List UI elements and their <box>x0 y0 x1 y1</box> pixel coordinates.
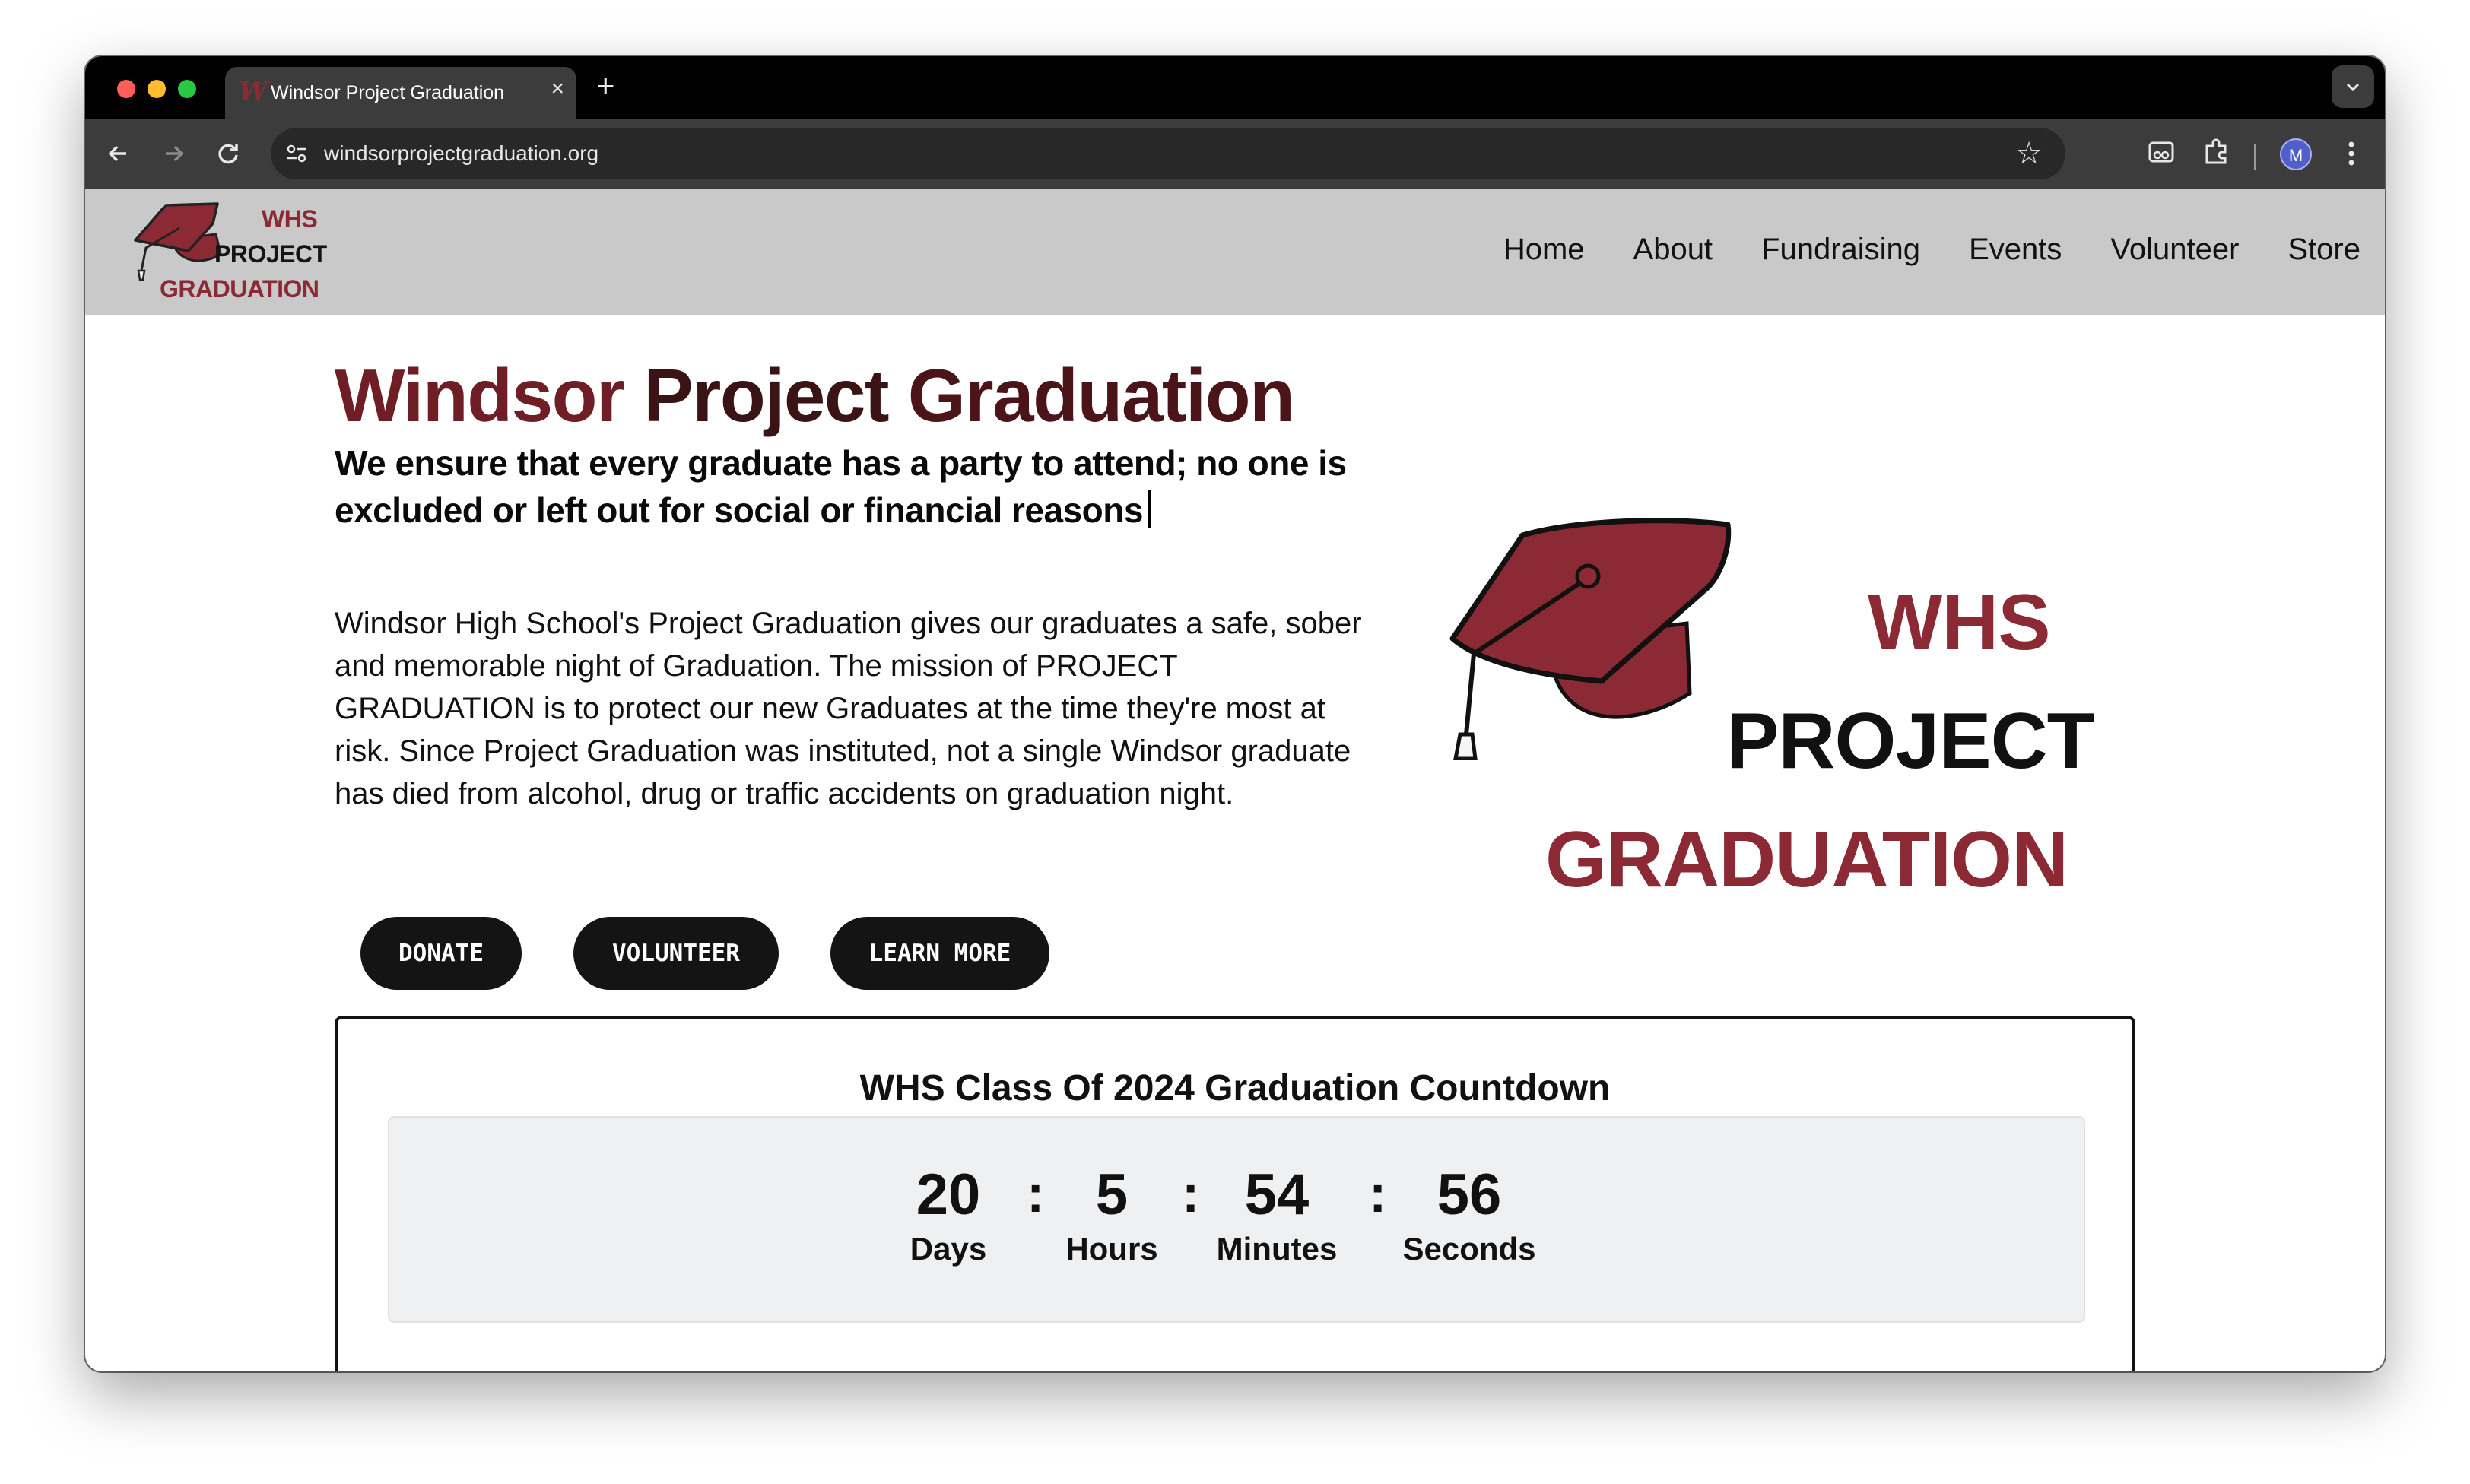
logo-line-whs: WHS <box>262 205 318 233</box>
back-arrow-icon[interactable] <box>102 137 135 170</box>
text-cursor <box>1147 490 1151 528</box>
window-minimize-button[interactable] <box>148 80 166 98</box>
nav-volunteer[interactable]: Volunteer <box>2110 233 2239 267</box>
volunteer-button[interactable]: VOLUNTEER <box>573 917 779 990</box>
graduation-cap-icon <box>1449 518 1732 760</box>
countdown-panel: 20 Days : 5 Hours : 54 Minutes : 56 Seco… <box>388 1116 2085 1323</box>
tab-close-icon[interactable]: × <box>551 78 564 100</box>
site-settings-icon[interactable] <box>284 141 309 166</box>
logo-line-graduation: GRADUATION <box>160 275 319 303</box>
tab-search-button[interactable] <box>2332 65 2374 108</box>
countdown-minutes-value: 54 <box>1244 1162 1310 1227</box>
countdown-days-label: Days <box>910 1231 987 1267</box>
reload-icon[interactable] <box>211 137 245 170</box>
mission-statement: Windsor High School's Project Graduation… <box>335 607 1362 810</box>
hero-logo: WHS PROJECT GRADUATION <box>1439 502 2108 904</box>
nav-about[interactable]: About <box>1633 233 1713 267</box>
countdown-hours-label: Hours <box>1065 1231 1158 1267</box>
countdown-hours: 5 Hours <box>1059 1165 1165 1268</box>
main-nav: Home About Fundraising Events Volunteer … <box>1503 233 2360 267</box>
new-tab-button[interactable]: + <box>596 70 615 102</box>
nav-home[interactable]: Home <box>1503 233 1585 267</box>
learn-more-button[interactable]: LEARN MORE <box>830 917 1049 990</box>
countdown-seconds-value: 56 <box>1437 1162 1502 1227</box>
nav-fundraising[interactable]: Fundraising <box>1761 233 1920 267</box>
chevron-down-icon <box>2346 83 2360 92</box>
address-bar[interactable]: windsorprojectgraduation.org ☆ <box>271 128 2065 179</box>
countdown-separator: : <box>1369 1164 1387 1223</box>
countdown-title: WHS Class Of 2024 Graduation Countdown <box>859 1068 1611 1108</box>
logo-line-project: PROJECT <box>214 240 327 268</box>
cta-buttons: DONATE VOLUNTEER LEARN MORE <box>360 917 1049 990</box>
countdown-days: 20 Days <box>906 1165 990 1268</box>
nav-store[interactable]: Store <box>2287 233 2360 267</box>
countdown-separator: : <box>1027 1164 1045 1223</box>
nav-events[interactable]: Events <box>1969 233 2062 267</box>
countdown-seconds: 56 Seconds <box>1401 1165 1538 1268</box>
hero-logo-whs: WHS <box>1868 579 2051 667</box>
window-maximize-button[interactable] <box>178 80 196 98</box>
bookmark-star-icon[interactable]: ☆ <box>2015 138 2043 169</box>
toolbar-divider <box>2254 144 2256 170</box>
url-text: windsorprojectgraduation.org <box>324 141 599 165</box>
more-menu-icon[interactable] <box>2345 138 2357 169</box>
site-logo[interactable]: WHS PROJECT GRADUATION <box>129 201 327 304</box>
hero-logo-graduation: GRADUATION <box>1545 816 2068 904</box>
extensions-icon[interactable] <box>2201 137 2231 167</box>
countdown-days-value: 20 <box>916 1162 981 1227</box>
window-close-button[interactable] <box>117 80 135 98</box>
incognito-icon[interactable] <box>2146 137 2176 167</box>
title-word-windsor: Windsor <box>335 354 625 437</box>
tagline-text: We ensure that every graduate has a part… <box>335 443 1347 530</box>
countdown-hours-value: 5 <box>1095 1162 1129 1227</box>
profile-avatar[interactable]: M <box>2280 138 2312 170</box>
site-header: WHS PROJECT GRADUATION Home About Fundra… <box>85 189 2385 315</box>
countdown-seconds-label: Seconds <box>1402 1231 1536 1267</box>
countdown-minutes: 54 Minutes <box>1212 1165 1341 1268</box>
tagline: We ensure that every graduate has a part… <box>335 439 1384 534</box>
title-word-graduation: Graduation <box>907 354 1295 437</box>
hero-logo-project: PROJECT <box>1726 697 2095 785</box>
tab-title: Windsor Project Graduation <box>271 82 505 103</box>
donate-button[interactable]: DONATE <box>360 917 522 990</box>
forward-arrow-icon[interactable] <box>157 137 190 170</box>
countdown-separator: : <box>1182 1164 1200 1223</box>
page-title: Windsor Project Graduation <box>335 353 1295 439</box>
browser-toolbar: windsorprojectgraduation.org ☆ M <box>85 119 2385 189</box>
browser-tab[interactable]: W Windsor Project Graduation × <box>225 67 576 119</box>
tab-favicon-icon: W <box>239 76 268 106</box>
title-word-project: Project <box>643 354 889 437</box>
browser-window: W Windsor Project Graduation × + windsor… <box>85 56 2385 1371</box>
countdown-section: WHS Class Of 2024 Graduation Countdown 2… <box>335 1016 2135 1371</box>
tab-strip: W Windsor Project Graduation × + <box>85 56 2385 119</box>
countdown-minutes-label: Minutes <box>1216 1231 1338 1267</box>
